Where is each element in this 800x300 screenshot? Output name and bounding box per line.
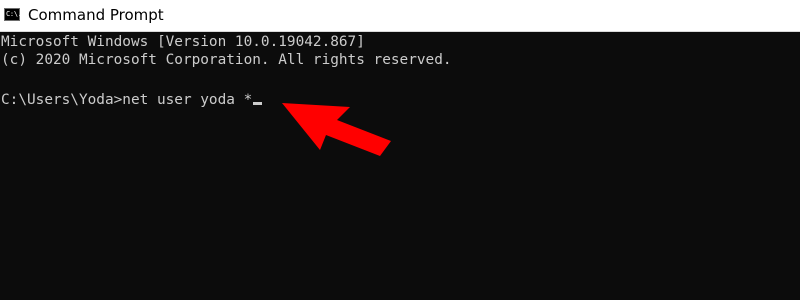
text-cursor <box>253 102 263 105</box>
console-line-version: Microsoft Windows [Version 10.0.19042.86… <box>1 34 365 50</box>
console-area[interactable]: Microsoft Windows [Version 10.0.19042.86… <box>0 32 800 300</box>
console-prompt-line[interactable]: C:\Users\Yoda>net user yoda * <box>1 90 263 110</box>
cmd-icon[interactable]: C:\. <box>4 8 22 21</box>
window-title: Command Prompt <box>28 6 164 24</box>
console-prompt: C:\Users\Yoda> <box>1 92 123 108</box>
cmd-icon-glyph: C:\. <box>6 10 22 18</box>
command-prompt-window: C:\. Command Prompt Microsoft Windows [V… <box>0 0 800 300</box>
title-bar[interactable]: C:\. Command Prompt <box>0 0 800 32</box>
console-command: net user yoda * <box>122 92 253 108</box>
console-line-copyright: (c) 2020 Microsoft Corporation. All righ… <box>1 52 452 68</box>
